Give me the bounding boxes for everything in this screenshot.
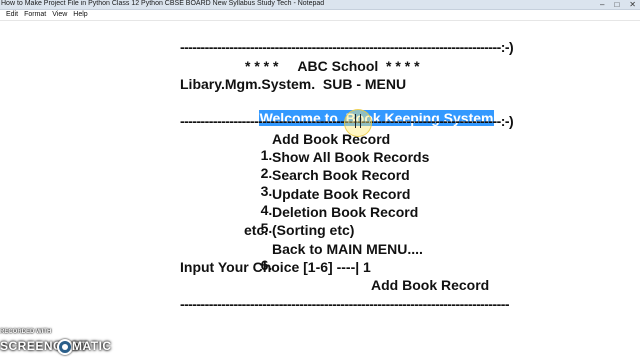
minimize-button[interactable]: – (600, 0, 604, 9)
menu-item-label: Update Book Record (272, 186, 411, 202)
text-cursor-icon (355, 114, 361, 128)
system-header: Libary.Mgm.System. SUB - MENU (180, 76, 407, 92)
etc-line: etc. (Sorting etc) (244, 222, 355, 238)
menu-item-label: Add Book Record (272, 131, 391, 147)
menu-item-label: Search Book Record (272, 167, 410, 183)
input-prompt: Input Your Choice [1-6] ----| 1 (180, 259, 371, 275)
separator-bottom: ----------------------------------------… (180, 296, 510, 312)
title-bar: How to Make Project File in Python Class… (0, 0, 640, 10)
screencast-logo-icon (57, 339, 73, 355)
menu-help[interactable]: Help (73, 10, 87, 20)
watermark-brand-right: MATIC (72, 339, 112, 353)
school-title: * * * * ABC School * * * * (245, 58, 420, 74)
window-title: How to Make Project File in Python Class… (1, 0, 325, 7)
menu-item-label: Back to MAIN MENU.... (272, 241, 423, 257)
menu-bar: Edit Format View Help (0, 10, 640, 21)
separator-top: ----------------------------------------… (180, 39, 514, 55)
maximize-button[interactable]: □ (614, 0, 619, 9)
menu-view[interactable]: View (52, 10, 67, 20)
text-editor-area[interactable]: ----------------------------------------… (0, 21, 640, 360)
screencast-watermark: RECORDED WITH SCREENCAST MATIC (0, 328, 120, 358)
menu-item-label: Deletion Book Record (272, 204, 419, 220)
menu-edit[interactable]: Edit (6, 10, 18, 20)
menu-item-label: Show All Book Records (272, 149, 430, 165)
add-book-heading: Add Book Record (371, 277, 490, 293)
window-controls: – □ ✕ (600, 0, 636, 9)
watermark-recorded-with: RECORDED WITH (0, 329, 52, 335)
menu-format[interactable]: Format (24, 10, 46, 20)
close-button[interactable]: ✕ (629, 0, 636, 9)
